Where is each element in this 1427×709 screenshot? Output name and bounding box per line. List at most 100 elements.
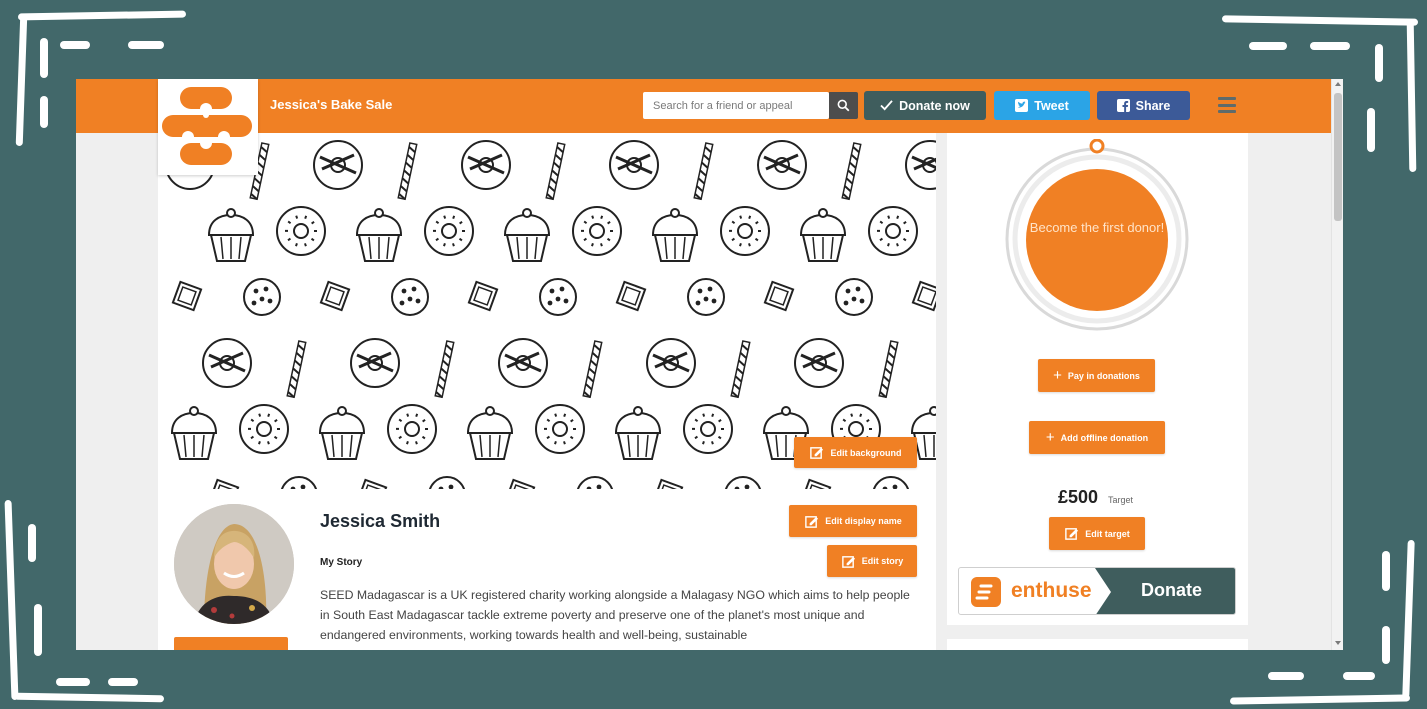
- pattern-doodle-sprinkle: [535, 404, 585, 454]
- plus-icon: +: [1053, 367, 1062, 384]
- scrollbar-thumb[interactable]: [1334, 93, 1342, 221]
- pattern-doodle-cupcake: [355, 208, 403, 262]
- pattern-doodle-cupcake: [207, 208, 255, 262]
- pattern-doodle-stick: [730, 340, 751, 399]
- pattern-doodle-sprinkle: [387, 404, 437, 454]
- edit-photo-button[interactable]: [174, 637, 288, 650]
- pattern-doodle-stick: [693, 142, 714, 201]
- add-offline-donation-label: Add offline donation: [1060, 432, 1149, 443]
- pattern-doodle-choc: [171, 280, 203, 312]
- pattern-doodle-donut: [905, 140, 936, 190]
- pattern-doodle-stick: [286, 340, 307, 399]
- tweet-button[interactable]: Tweet: [994, 91, 1090, 120]
- enthuse-donate-button[interactable]: enthuse Donate: [958, 567, 1236, 615]
- pattern-doodle-cookie: [539, 278, 577, 316]
- page-scrollbar[interactable]: [1331, 79, 1343, 650]
- edit-icon: [810, 447, 824, 459]
- pattern-doodle-donut: [202, 338, 252, 388]
- sidebar-secondary-card: [947, 639, 1248, 650]
- pattern-doodle-sprinkle: [276, 206, 326, 256]
- pattern-doodle-cupcake: [651, 208, 699, 262]
- pattern-doodle-cookie: [872, 476, 910, 489]
- pattern-doodle-donut: [757, 140, 807, 190]
- story-heading: My Story: [320, 557, 363, 568]
- pattern-doodle-choc: [504, 478, 536, 489]
- pattern-doodle-donut: [609, 140, 659, 190]
- share-label: Share: [1135, 98, 1171, 113]
- browser-viewport: Edit background Jessica's Bake Sale Dona…: [76, 79, 1343, 650]
- donate-now-button[interactable]: Donate now: [864, 91, 986, 120]
- pattern-doodle-donut: [498, 338, 548, 388]
- share-button[interactable]: Share: [1097, 91, 1190, 120]
- pattern-doodle-sprinkle: [868, 206, 918, 256]
- pattern-doodle-donut: [646, 338, 696, 388]
- facebook-icon: [1116, 99, 1130, 112]
- edit-background-label: Edit background: [830, 447, 902, 458]
- edit-display-name-button[interactable]: Edit display name: [789, 505, 917, 537]
- pattern-doodle-cookie: [835, 278, 873, 316]
- edit-icon: [841, 555, 855, 568]
- check-icon: [880, 100, 893, 111]
- target-amount: £500: [1058, 487, 1099, 507]
- pattern-doodle-cookie: [724, 476, 762, 489]
- donate-now-label: Donate now: [899, 98, 970, 113]
- pattern-doodle-cupcake: [614, 406, 662, 460]
- pattern-doodle-cupcake: [503, 208, 551, 262]
- search-button[interactable]: [829, 92, 858, 119]
- pattern-doodle-stick: [878, 340, 899, 399]
- pattern-doodle-stick: [545, 142, 566, 201]
- pattern-doodle-choc: [356, 478, 388, 489]
- enthuse-donate-label: Donate: [1141, 580, 1203, 600]
- avatar[interactable]: [174, 504, 294, 624]
- bake-pattern-illustration: [165, 140, 936, 489]
- pay-in-donations-label: Pay in donations: [1067, 370, 1140, 381]
- pattern-doodle-choc: [652, 478, 684, 489]
- pattern-doodle-choc: [800, 478, 832, 489]
- pattern-doodle-donut: [313, 140, 363, 190]
- scroll-up-icon[interactable]: [1335, 82, 1341, 86]
- search-input[interactable]: [643, 92, 829, 119]
- pattern-doodle-choc: [319, 280, 351, 312]
- pattern-doodle-stick: [841, 142, 862, 201]
- edit-display-name-label: Edit display name: [825, 516, 902, 526]
- pattern-doodle-cookie: [687, 278, 725, 316]
- hamburger-menu-icon[interactable]: [1218, 97, 1236, 113]
- scroll-down-icon[interactable]: [1335, 641, 1341, 645]
- pattern-doodle-cupcake: [799, 208, 847, 262]
- logo-mark-icon: [162, 87, 252, 165]
- pattern-doodle-choc: [615, 280, 647, 312]
- pattern-doodle-stick: [397, 142, 418, 201]
- plus-icon: +: [1045, 429, 1055, 446]
- pattern-doodle-cookie: [428, 476, 466, 489]
- pattern-doodle-cookie: [243, 278, 281, 316]
- pattern-doodle-sprinkle: [720, 206, 770, 256]
- first-donor-prompt[interactable]: Become the first donor!: [1026, 219, 1168, 237]
- profile-photo: [174, 504, 294, 624]
- search-box: [643, 92, 829, 119]
- pay-in-donations-button[interactable]: + Pay in donations: [1038, 359, 1155, 392]
- pattern-doodle-cupcake: [466, 406, 514, 460]
- edit-target-label: Edit target: [1085, 528, 1130, 539]
- page-title[interactable]: Jessica's Bake Sale: [270, 97, 392, 112]
- pattern-doodle-cookie: [576, 476, 614, 489]
- story-text: SEED Madagascar is a UK registered chari…: [320, 588, 910, 642]
- tweet-label: Tweet: [1034, 98, 1069, 113]
- pattern-doodle-donut: [461, 140, 511, 190]
- pattern-doodle-cupcake: [318, 406, 366, 460]
- site-logo[interactable]: [158, 79, 258, 175]
- pattern-doodle-donut: [794, 338, 844, 388]
- pattern-doodle-donut: [350, 338, 400, 388]
- edit-target-button[interactable]: Edit target: [1049, 517, 1145, 550]
- edit-story-button[interactable]: Edit story: [827, 545, 917, 577]
- edit-story-label: Edit story: [861, 556, 904, 566]
- add-offline-donation-button[interactable]: + Add offline donation: [1029, 421, 1165, 454]
- banner-image: [158, 133, 936, 489]
- edit-icon: [1065, 528, 1079, 540]
- pattern-doodle-cookie: [280, 476, 318, 489]
- twitter-icon: [1015, 99, 1029, 112]
- site-header: Jessica's Bake Sale Donate now Tweet Sha…: [76, 79, 1331, 133]
- pattern-doodle-cookie: [391, 278, 429, 316]
- edit-background-button[interactable]: Edit background: [794, 437, 917, 468]
- pattern-doodle-choc: [763, 280, 795, 312]
- edit-icon: [805, 515, 819, 528]
